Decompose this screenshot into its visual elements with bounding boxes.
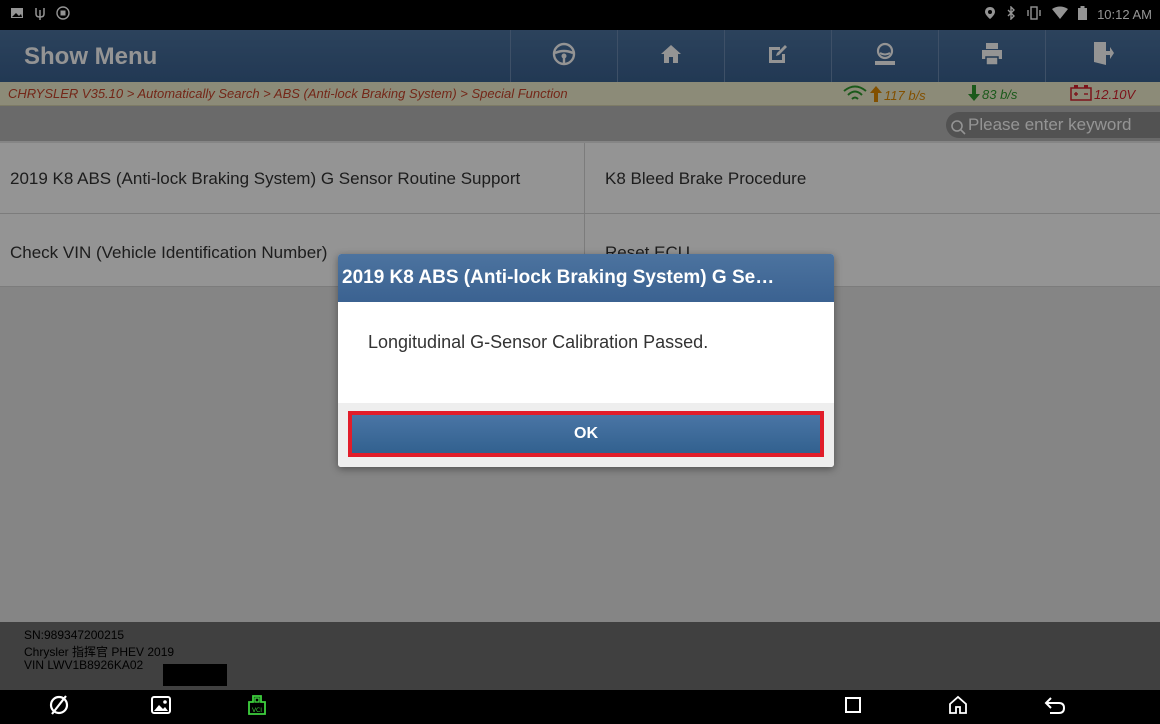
dialog-footer: OK [338,403,834,467]
vci-icon: VCI [245,693,269,722]
result-dialog: 2019 K8 ABS (Anti-lock Braking System) G… [338,254,834,467]
dialog-title: 2019 K8 ABS (Anti-lock Braking System) G… [338,254,834,302]
vin-redaction [163,664,227,686]
recent-apps-button[interactable] [840,695,866,719]
gallery-button[interactable] [148,695,174,719]
ok-highlight: OK [348,411,824,457]
browser-icon [48,694,70,721]
ok-button[interactable]: OK [352,415,820,453]
nav-bar: VCI [0,690,1160,724]
recent-apps-icon [844,696,862,719]
browser-button[interactable] [46,694,72,721]
home-nav-icon [947,694,969,721]
svg-text:VCI: VCI [252,707,262,714]
vci-button[interactable]: VCI [244,693,270,722]
home-nav-button[interactable] [945,695,971,719]
back-button[interactable] [1042,695,1068,719]
dialog-message: Longitudinal G-Sensor Calibration Passed… [368,332,709,352]
gallery-icon [151,695,171,719]
back-icon [1044,695,1066,720]
